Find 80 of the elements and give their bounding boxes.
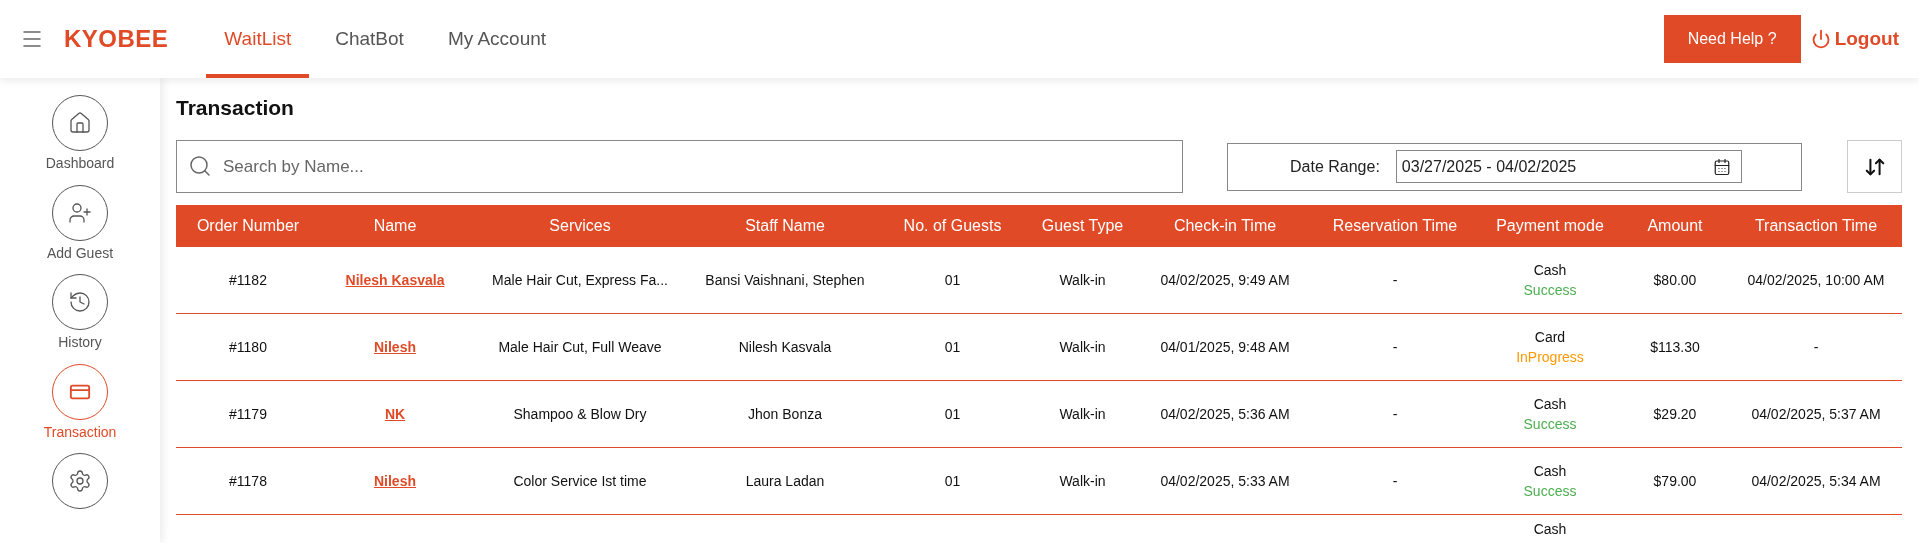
guest-name-link[interactable]: Nilesh: [374, 339, 416, 355]
table-cell-text: 04/02/2025, 5:36 AM: [1159, 406, 1291, 422]
sidebar-item[interactable]: Dashboard: [45, 95, 115, 185]
date-range-field[interactable]: 03/27/2025 - 04/02/2025: [1395, 150, 1742, 183]
table-cell-text: 01: [943, 339, 962, 355]
table-cell-text: Nilesh Kasvala: [737, 339, 833, 355]
power-icon: [1810, 29, 1831, 49]
table-cell-text: 01: [943, 473, 962, 489]
table-cell-text: $113.30: [1649, 339, 1701, 355]
table-cell-text: 01: [943, 406, 962, 422]
table-cell-text: Bansi Vaishnani, Stephen: [704, 272, 866, 288]
table-cell-text: -: [1391, 339, 1399, 355]
table-cell-text: -: [1391, 406, 1399, 422]
home-icon: [68, 111, 92, 135]
date-range-label: Date Range:: [1290, 157, 1380, 176]
nav-tab[interactable]: ChatBot: [317, 0, 422, 78]
payment-status: Success: [1523, 416, 1577, 432]
guest-name-link[interactable]: NK: [384, 406, 406, 422]
table-cell-text: -: [1391, 272, 1399, 288]
column-header: Guest Type: [1040, 217, 1125, 235]
table-cell-text: $79.00: [1652, 473, 1698, 489]
table-cell-text: 04/02/2025, 10:00 AM: [1746, 272, 1886, 288]
column-header: Payment mode: [1495, 217, 1605, 235]
table-cell: Cash: [1533, 521, 1567, 537]
table-cell-text: 04/01/2025, 9:48 AM: [1159, 339, 1291, 355]
table-cell-text: Walk-in: [1058, 272, 1107, 288]
table-cell: Cash: [1533, 396, 1567, 412]
table-cell-text: #1180: [228, 339, 268, 355]
payment-status: Success: [1523, 282, 1577, 298]
table-cell: Cash: [1533, 463, 1567, 479]
table-cell-text: #1179: [228, 406, 268, 422]
table-cell-text: Walk-in: [1058, 406, 1107, 422]
table-cell: Cash: [1533, 262, 1567, 278]
column-header: Order Number: [195, 217, 301, 235]
table-cell-text: Walk-in: [1058, 473, 1107, 489]
table-cell-text: 04/02/2025, 5:37 AM: [1750, 406, 1882, 422]
nav-tab[interactable]: My Account: [429, 0, 565, 78]
search-field[interactable]: Search by Name...: [176, 140, 1183, 193]
table-cell-text: Shampoo & Blow Dry: [512, 406, 648, 422]
payment-status: InProgress: [1516, 349, 1584, 365]
column-header: Name: [372, 217, 418, 235]
page-title: Transaction: [176, 96, 295, 120]
table-cell-text: Laura Ladan: [744, 473, 826, 489]
help-button[interactable]: Need Help ?: [1663, 15, 1801, 63]
guest-name-link[interactable]: Nilesh Kasvala: [345, 272, 445, 288]
column-header: Services: [548, 217, 612, 235]
column-header: Amount: [1646, 217, 1704, 235]
add-user-icon: [68, 200, 92, 225]
table-cell-text: $29.20: [1652, 406, 1698, 422]
table-cell-text: $80.00: [1652, 272, 1698, 288]
table-cell-text: 04/02/2025, 9:49 AM: [1159, 272, 1291, 288]
column-header: Staff Name: [744, 217, 826, 235]
table-cell-text: #1182: [228, 272, 268, 288]
guest-name-link[interactable]: Nilesh: [374, 473, 416, 489]
column-header: Check-in Time: [1172, 217, 1278, 235]
logout-link[interactable]: Logout: [1810, 28, 1899, 50]
table-cell-text: Jhon Bonza: [747, 406, 823, 422]
calendar-icon: [1712, 157, 1731, 176]
column-header: No. of Guests: [902, 217, 1003, 235]
table-cell-text: 01: [943, 272, 962, 288]
column-header: Transaction Time: [1753, 217, 1879, 235]
brand-logo: KYOBEE: [64, 25, 169, 53]
settings-icon: [68, 469, 92, 494]
table-cell-text: 04/02/2025, 5:34 AM: [1750, 473, 1882, 489]
search-icon: [188, 154, 212, 178]
nav-tab[interactable]: WaitList: [206, 0, 310, 78]
table-cell-text: -: [1391, 473, 1399, 489]
payment-status: Success: [1523, 483, 1577, 499]
table-cell-text: Color Service Ist time: [512, 473, 648, 489]
table-cell-text: Male Hair Cut, Full Weave: [497, 339, 663, 355]
history-icon: [68, 290, 92, 315]
table-cell-text: -: [1812, 339, 1820, 355]
sidebar-item[interactable]: Transaction: [43, 363, 117, 454]
table-cell: Card: [1534, 329, 1566, 345]
table-cell-text: Walk-in: [1058, 339, 1107, 355]
table-cell-text: #1178: [228, 473, 268, 489]
sort-button[interactable]: [1847, 140, 1902, 193]
table-cell-text: Male Hair Cut, Express Fa...: [491, 272, 669, 288]
table-cell-text: 04/02/2025, 5:33 AM: [1159, 473, 1291, 489]
column-header: Reservation Time: [1331, 217, 1459, 235]
